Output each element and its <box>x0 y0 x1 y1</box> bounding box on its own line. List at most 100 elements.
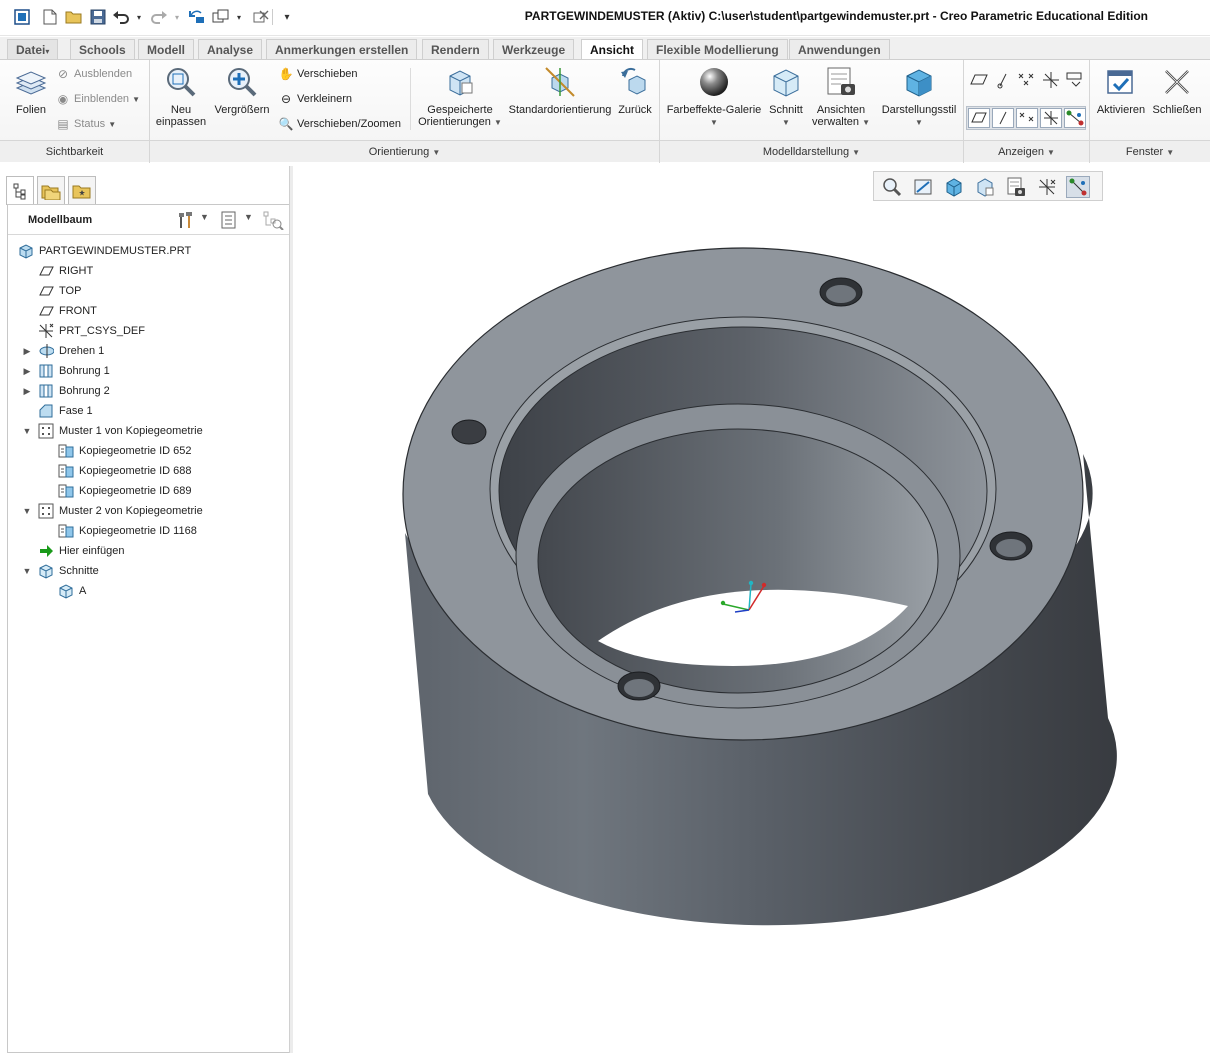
new-icon[interactable] <box>41 8 59 26</box>
redo-icon[interactable] <box>150 8 168 26</box>
part-model-view[interactable] <box>293 166 1210 1053</box>
tree-row[interactable]: Hier einfügen <box>8 541 289 561</box>
verkleinern-button[interactable]: ⊖ Verkleinern <box>278 90 352 108</box>
annotation-display-icon[interactable] <box>1064 70 1086 90</box>
group-modelldarstellung[interactable]: Modelldarstellung ▼ <box>660 140 963 162</box>
tree-row[interactable]: A <box>8 581 289 601</box>
show-options-icon[interactable] <box>220 211 238 229</box>
ausblenden-button[interactable]: ⊘ Ausblenden <box>55 65 132 83</box>
plane-tag-icon[interactable] <box>968 108 990 128</box>
schnitt-button[interactable]: Schnitt ▼ <box>766 66 806 128</box>
tree-row[interactable]: TOP <box>8 281 289 301</box>
standardorientierung-button[interactable]: Standardorientierung <box>508 66 612 116</box>
collapse-arrow-icon[interactable]: ▼ <box>22 501 32 521</box>
revolve-icon <box>38 343 54 359</box>
open-icon[interactable] <box>65 8 83 26</box>
save-icon[interactable] <box>89 8 107 26</box>
tab-modell[interactable]: Modell <box>138 39 194 60</box>
plane-display-icon[interactable] <box>968 70 990 90</box>
point-display-icon[interactable] <box>1016 70 1038 90</box>
neu-einpassen-button[interactable]: Neu einpassen <box>154 66 208 128</box>
previous-view-icon <box>614 66 656 101</box>
tree-filter-icon[interactable] <box>262 210 284 231</box>
tree-row[interactable]: PRT_CSYS_DEF <box>8 321 289 341</box>
tab-folder-browser[interactable] <box>37 176 65 205</box>
tree-row[interactable]: PARTGEWINDEMUSTER.PRT <box>8 241 289 261</box>
group-fenster[interactable]: Fenster ▼ <box>1090 140 1210 162</box>
ansichten-verwalten-button[interactable]: Ansichten verwalten ▼ <box>808 66 874 128</box>
csys-tag-icon[interactable] <box>1040 108 1062 128</box>
tree-row[interactable]: Kopiegeometrie ID 652 <box>8 441 289 461</box>
group-anzeigen[interactable]: Anzeigen ▼ <box>964 140 1089 162</box>
expand-arrow-icon[interactable]: ▶ <box>22 341 32 361</box>
folien-button[interactable]: Folien <box>11 68 51 116</box>
graphics-window[interactable] <box>293 166 1210 1053</box>
group-sichtbarkeit[interactable]: Sichtbarkeit <box>0 140 149 162</box>
undo-icon[interactable] <box>112 8 130 26</box>
redo-dropdown-icon[interactable]: ▾ <box>172 8 182 26</box>
app-icon[interactable] <box>13 8 31 26</box>
tree-row[interactable]: ▼ Schnitte <box>8 561 289 581</box>
tree-row[interactable]: Kopiegeometrie ID 1168 <box>8 521 289 541</box>
collapse-arrow-icon[interactable]: ▼ <box>22 421 32 441</box>
tab-ansicht[interactable]: Ansicht <box>581 39 644 61</box>
gespeicherte-orientierungen-button[interactable]: Gespeicherte Orientierungen ▼ <box>414 66 506 128</box>
darstellungsstil-button[interactable]: Darstellungsstil ▼ <box>878 66 960 128</box>
hole-icon <box>38 363 54 379</box>
windows-icon[interactable] <box>212 8 230 26</box>
spin-center-icon[interactable] <box>1064 108 1086 128</box>
close-window-icon[interactable] <box>252 8 270 26</box>
expand-arrow-icon[interactable]: ▶ <box>22 361 32 381</box>
axis-display-icon[interactable] <box>992 70 1014 90</box>
part-icon <box>18 243 34 259</box>
collapse-arrow-icon[interactable]: ▼ <box>22 561 32 581</box>
tab-anwendungen[interactable]: Anwendungen <box>789 39 890 60</box>
axis-tag-icon[interactable] <box>992 108 1014 128</box>
tree-row[interactable]: Kopiegeometrie ID 688 <box>8 461 289 481</box>
qa-separator <box>272 9 273 25</box>
datum-plane-icon <box>38 283 54 299</box>
pan-zoom-icon: 🔍 <box>278 117 294 132</box>
tree-row[interactable]: ▼ Muster 1 von Kopiegeometrie <box>8 421 289 441</box>
vergroessern-button[interactable]: Vergrößern <box>212 66 272 116</box>
tab-anmerkungen[interactable]: Anmerkungen erstellen <box>266 39 418 60</box>
tree-row[interactable]: ▶ Bohrung 1 <box>8 361 289 381</box>
tree-row[interactable]: ▶ Bohrung 2 <box>8 381 289 401</box>
undo-dropdown-icon[interactable]: ▾ <box>134 8 144 26</box>
tab-favorites[interactable] <box>68 176 96 205</box>
einblenden-button[interactable]: ◉ Einblenden ▼ <box>55 90 140 108</box>
tab-rendern[interactable]: Rendern <box>422 39 489 60</box>
show-dropdown-icon[interactable]: ▼ <box>244 212 253 222</box>
tree-row[interactable]: Kopiegeometrie ID 689 <box>8 481 289 501</box>
schliessen-button[interactable]: Schließen <box>1150 66 1204 116</box>
tree-row[interactable]: Fase 1 <box>8 401 289 421</box>
tree-row[interactable]: ▼ Muster 2 von Kopiegeometrie <box>8 501 289 521</box>
point-tag-icon[interactable] <box>1016 108 1038 128</box>
farbeffekte-galerie-button[interactable]: Farbeffekte-Galerie ▼ <box>664 66 764 128</box>
windows-dropdown-icon[interactable]: ▾ <box>234 8 244 26</box>
regenerate-icon[interactable] <box>188 8 206 26</box>
zurueck-button[interactable]: Zurück <box>614 66 656 116</box>
tree-row[interactable]: ▶ Drehen 1 <box>8 341 289 361</box>
expand-arrow-icon[interactable]: ▶ <box>22 381 32 401</box>
csys-display-icon[interactable] <box>1040 70 1062 90</box>
group-orientierung[interactable]: Orientierung ▼ <box>150 140 659 162</box>
hole-icon <box>38 383 54 399</box>
settings-dropdown-icon[interactable]: ▼ <box>200 212 209 222</box>
tab-schools[interactable]: Schools <box>70 39 135 60</box>
verschieben-button[interactable]: ✋ Verschieben <box>278 65 358 83</box>
settings-tools-icon[interactable] <box>176 211 194 229</box>
tab-analyse[interactable]: Analyse <box>198 39 263 60</box>
tree-row[interactable]: RIGHT <box>8 261 289 281</box>
tree-row[interactable]: FRONT <box>8 301 289 321</box>
aktivieren-button[interactable]: Aktivieren <box>1094 66 1148 116</box>
customize-icon[interactable]: ▾ <box>278 8 296 26</box>
tab-model-tree[interactable] <box>6 176 34 205</box>
verschieben-zoomen-button[interactable]: 🔍 Verschieben/Zoomen <box>278 115 401 133</box>
tab-werkzeuge[interactable]: Werkzeuge <box>493 39 575 60</box>
tab-flexible-modellierung[interactable]: Flexible Modellierung <box>647 39 788 60</box>
tab-datei[interactable]: Datei▾ <box>7 39 59 60</box>
status-button[interactable]: ▤ Status ▼ <box>55 115 116 133</box>
appearance-sphere-icon <box>664 66 764 101</box>
zoom-in-icon <box>212 66 272 101</box>
